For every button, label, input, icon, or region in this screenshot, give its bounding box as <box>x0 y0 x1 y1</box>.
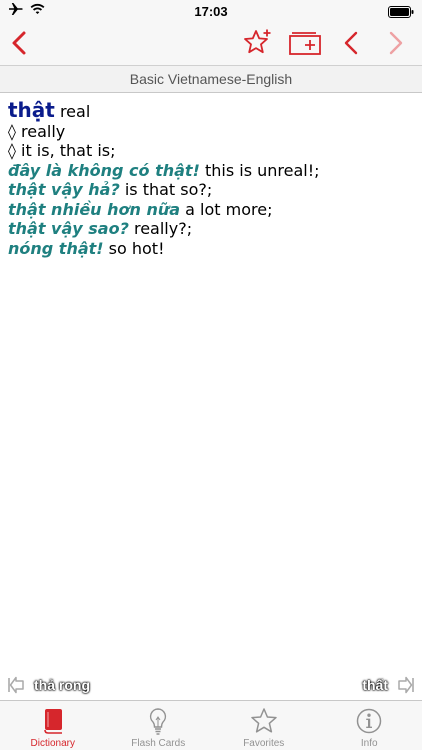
tab-label: Flash Cards <box>131 738 186 749</box>
nav-bar <box>0 22 422 65</box>
example-translation: so hot! <box>103 238 165 258</box>
tab-dictionary[interactable]: Dictionary <box>0 701 106 750</box>
chevron-left-icon <box>12 31 26 55</box>
dictionary-title: Basic Vietnamese-English <box>0 65 422 93</box>
card-plus-icon <box>289 32 321 55</box>
example-phrase[interactable]: nóng thật! <box>8 239 104 258</box>
previous-word-arrow-icon[interactable] <box>6 675 26 700</box>
star-plus-icon <box>244 29 271 54</box>
sense-line: ◊ it is, that is; <box>8 141 116 160</box>
chevron-left-icon <box>344 31 358 55</box>
example-translation: really?; <box>128 219 193 238</box>
chevron-right-icon <box>389 31 403 55</box>
lightbulb-icon <box>106 706 212 736</box>
example-phrase[interactable]: thật vậy hả? <box>8 180 120 199</box>
example-line: nóng thật! so hot! <box>8 239 414 259</box>
add-favorite-button[interactable] <box>241 28 275 58</box>
example-line: thật nhiều hơn nữa a lot more; <box>8 200 414 220</box>
status-bar: 17:03 <box>0 0 422 22</box>
example-line: thật vậy hả? is that so?; <box>8 180 414 200</box>
previous-entry-button[interactable] <box>336 28 366 58</box>
previous-word[interactable]: thả rong <box>34 677 90 693</box>
tab-label: Favorites <box>243 738 285 749</box>
tab-favorites[interactable]: Favorites <box>211 701 317 750</box>
status-time: 17:03 <box>194 4 228 19</box>
battery-icon <box>388 5 414 23</box>
sense-line: ◊ really <box>8 121 66 141</box>
example-line: đây là không có thật! this is unreal!; <box>8 161 414 181</box>
headword-gloss: real <box>54 102 91 121</box>
entry-content: thật real ◊ really ◊ it is, that is; đây… <box>8 98 414 259</box>
tab-label: Dictionary <box>30 738 75 749</box>
example-phrase[interactable]: thật nhiều hơn nữa <box>8 200 180 219</box>
next-word[interactable]: thất <box>362 677 388 693</box>
adjacent-word-strip: thả rong thất <box>0 672 422 698</box>
example-phrase[interactable]: đây là không có thật! <box>8 161 200 180</box>
add-flashcard-button[interactable] <box>286 28 324 58</box>
info-icon <box>317 706 422 736</box>
star-icon <box>211 706 317 736</box>
next-word-arrow-icon[interactable] <box>396 675 416 700</box>
example-translation: a lot more; <box>180 199 273 219</box>
headword: thật <box>8 98 55 122</box>
back-button[interactable] <box>4 28 34 58</box>
example-phrase[interactable]: thật vậy sao? <box>8 219 129 238</box>
tab-flash-cards[interactable]: Flash Cards <box>106 701 212 750</box>
example-translation: is that so?; <box>119 180 213 199</box>
tab-info[interactable]: Info <box>317 701 422 750</box>
tab-label: Info <box>360 738 378 749</box>
book-icon <box>0 706 106 736</box>
tab-bar: Dictionary Flash Cards Favorites Info <box>0 700 422 750</box>
next-entry-button[interactable] <box>381 28 411 58</box>
example-translation: this is unreal!; <box>199 160 320 180</box>
example-line: thật vậy sao? really?; <box>8 219 414 239</box>
headword-line: thật real <box>8 98 414 122</box>
